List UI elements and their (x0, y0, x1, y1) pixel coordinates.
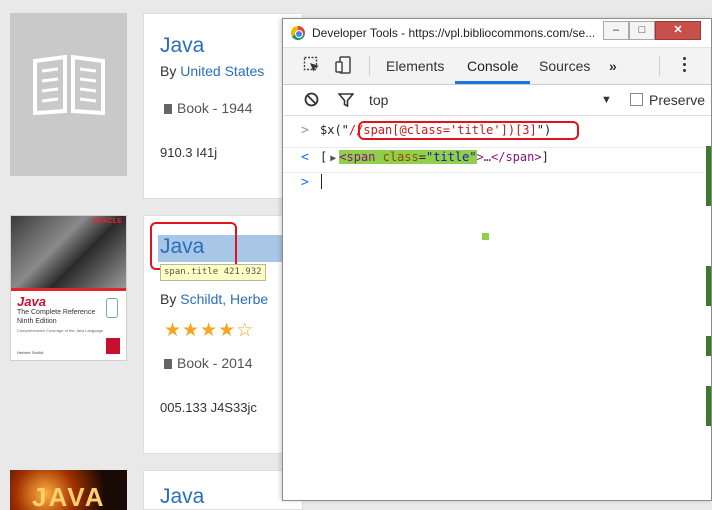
chrome-icon (291, 26, 305, 40)
inspect-tooltip: span.title 421.932 (160, 264, 266, 281)
result-title-link[interactable]: Java (160, 34, 204, 58)
result-card: Java By United States Book - 1944 910.3 … (143, 13, 303, 199)
open-book-icon (33, 54, 105, 116)
highlight-marker (482, 233, 489, 240)
more-tabs-button[interactable]: » (609, 58, 617, 74)
format-label: Book - 1944 (164, 100, 253, 116)
more-options-icon[interactable] (683, 57, 687, 75)
publisher-logo-icon (106, 338, 120, 354)
clear-console-icon[interactable] (304, 92, 319, 107)
annotation-box-title (150, 222, 237, 270)
author-link[interactable]: Schildt, Herbe (180, 291, 268, 307)
cover-subtitle: The Complete Reference (17, 309, 96, 316)
cover-title: Java (17, 294, 46, 309)
fireworks-book-cover[interactable]: JAVA (10, 470, 127, 510)
active-prompt-icon: > (301, 175, 309, 190)
expand-triangle-icon[interactable]: ▶ (330, 153, 336, 164)
preserve-log-checkbox[interactable] (630, 93, 643, 106)
tab-elements[interactable]: Elements (386, 58, 444, 74)
device-toolbar-icon[interactable] (335, 56, 353, 74)
output-prompt-icon: < (301, 150, 309, 165)
window-title: Developer Tools - https://vpl.bibliocomm… (312, 26, 596, 40)
close-button[interactable]: ✕ (655, 21, 701, 40)
book-icon (164, 359, 172, 369)
execution-context-select[interactable]: top (369, 92, 388, 108)
generic-book-cover[interactable] (10, 13, 127, 176)
cover-brand: ORACLE (92, 218, 122, 225)
result-card: Java (143, 470, 303, 510)
java-book-cover[interactable]: ORACLE Java The Complete Reference Ninth… (10, 215, 127, 361)
text-caret (321, 174, 322, 189)
format-label: Book - 2014 (164, 355, 253, 371)
cover-blurb: Comprehensive Coverage of the Java Langu… (17, 328, 104, 333)
maximize-button[interactable]: □ (629, 21, 655, 40)
call-number: 910.3 I41j (160, 145, 218, 160)
console-output[interactable]: > $x("//span[@class='title'])[3]") < [▶ <… (283, 116, 711, 500)
result-byline: By Schildt, Herbe (160, 291, 269, 307)
cover-art (11, 216, 126, 288)
book-icon (164, 104, 172, 114)
tab-sources[interactable]: Sources (539, 58, 590, 74)
console-filter-bar: top ▼ Preserve (283, 85, 711, 116)
result-element-node[interactable]: <span class="title" (339, 150, 477, 164)
chevron-down-icon[interactable]: ▼ (601, 94, 612, 106)
scrollbar[interactable] (705, 116, 711, 500)
window-titlebar[interactable]: Developer Tools - https://vpl.bibliocomm… (283, 19, 711, 48)
filter-icon[interactable] (338, 92, 354, 108)
devtools-window: Developer Tools - https://vpl.bibliocomm… (282, 18, 712, 501)
devtools-tabbar: Elements Console Sources » (283, 48, 711, 85)
cover-edition: Ninth Edition (17, 318, 57, 325)
result-byline: By United States (160, 63, 265, 79)
active-tab-indicator (455, 81, 530, 84)
java-logo-icon (106, 298, 118, 318)
minimize-button[interactable]: – (603, 21, 629, 40)
rating-stars: ★★★★☆ (164, 320, 255, 341)
call-number: 005.133 J4S33jc (160, 400, 257, 415)
console-prompt-line[interactable]: > (283, 172, 711, 190)
result-title-link[interactable]: Java (160, 485, 204, 509)
input-prompt-icon: > (301, 123, 309, 138)
preserve-log-label: Preserve (649, 92, 706, 108)
console-result-line: < [▶ <span class="title">…</span>] (283, 147, 711, 170)
console-result[interactable]: [▶ <span class="title">…</span>] (320, 150, 549, 164)
author-link[interactable]: United States (180, 63, 264, 79)
cover-title: JAVA (32, 482, 106, 510)
inspect-element-icon[interactable] (303, 56, 321, 74)
tab-console[interactable]: Console (467, 58, 518, 74)
annotation-box-xpath (358, 121, 579, 140)
cover-author: Herbert Schildt (17, 350, 44, 355)
